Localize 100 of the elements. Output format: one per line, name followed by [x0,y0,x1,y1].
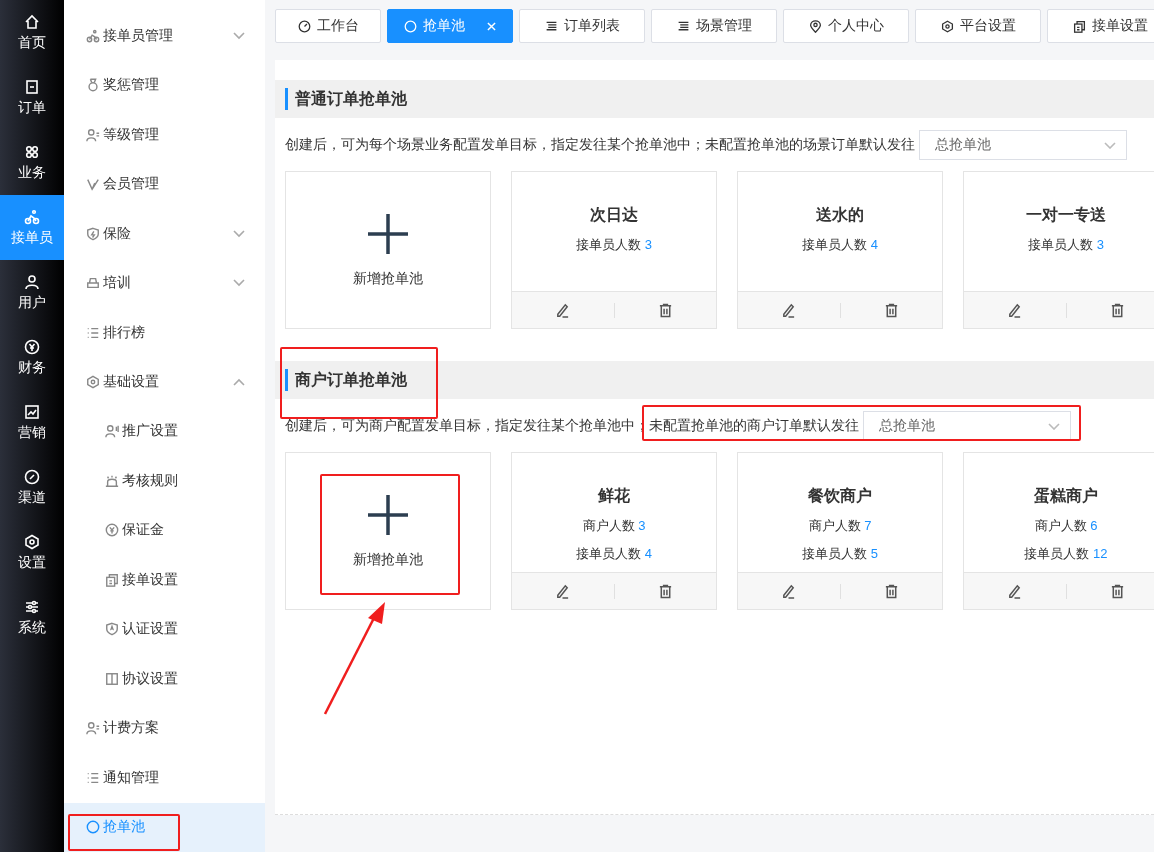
menu-item[interactable]: 协议设置 [64,654,265,704]
medal-icon [86,78,100,93]
yen-circle-icon [24,338,40,355]
menu-item[interactable]: 推广设置 [64,406,265,457]
pool-stat: 商户人数 6 [1034,517,1098,535]
trash-icon [1109,583,1125,599]
menu-item[interactable]: 会员管理 [64,159,265,209]
pool-select[interactable]: 总抢单池 [863,411,1071,441]
close-icon[interactable] [487,21,496,31]
pencil-icon [555,583,571,599]
rail-label: 系统 [18,618,46,637]
menu-item[interactable]: 奖惩管理 [64,60,265,110]
chevron-down-icon [233,279,245,288]
tab[interactable]: 平台设置 [915,9,1041,43]
pencil-icon [1007,302,1023,318]
trash-icon [657,302,673,318]
pencil-icon [555,302,571,318]
rail-label: 首页 [18,33,46,52]
description-text: 创建后，可为商户配置发单目标，指定发往某个抢单池中； [285,417,649,435]
circle-icon [404,19,417,33]
pool-stat: 接单员人数 12 [1024,545,1108,563]
v-logo-icon [86,177,100,192]
tab[interactable]: 个人中心 [783,9,909,43]
menu-item[interactable]: 考核规则 [64,456,265,506]
copy-icon [1072,19,1086,33]
pencil-icon [781,302,797,318]
chevron-down-icon [233,31,245,40]
location-user-icon [808,19,822,33]
menu-item[interactable]: 认证设置 [64,604,265,655]
yen-circle-icon [105,523,119,538]
rail-item[interactable]: 业务 [0,130,64,195]
section-title: 普通订单抢单池 [285,88,407,110]
sliders-icon [24,598,40,615]
menu-item[interactable]: 等级管理 [64,109,265,160]
menu-item[interactable]: 接单设置 [64,555,265,605]
pool-stat: 商户人数 7 [808,517,872,535]
menu-item[interactable]: 排行榜 [64,307,265,358]
pool-name: 鲜花 [598,486,630,506]
pool-stat: 接单员人数 5 [802,545,878,563]
add-pool-card[interactable]: 新增抢单池 [285,452,491,610]
pool-stat: 接单员人数 3 [576,236,652,254]
rail-item[interactable]: 用户 [0,260,64,325]
pool-stat: 接单员人数 4 [802,236,878,254]
rail-item[interactable]: 财务 [0,325,64,390]
book-icon [105,671,119,686]
trash-icon [883,302,899,318]
trash-icon [883,583,899,599]
rail-item[interactable]: 营销 [0,390,64,455]
pool-stat: 接单员人数 4 [576,545,652,563]
pool-name: 蛋糕商户 [1034,486,1098,506]
list-icon [676,19,690,33]
tab[interactable]: 接单设置 [1047,9,1154,43]
pool-name: 一对一专送 [1026,205,1106,225]
alarm-icon [105,473,119,488]
trash-icon [1109,302,1125,318]
tab[interactable]: 工作台 [275,9,381,43]
add-pool-label: 新增抢单池 [353,551,423,569]
tab[interactable]: 场景管理 [651,9,777,43]
add-pool-card[interactable]: 新增抢单池 [285,171,491,329]
rail-label: 营销 [18,423,46,442]
pool-select[interactable]: 总抢单池 [919,130,1127,160]
menu-item[interactable]: 接单员管理 [64,11,265,61]
chart-icon [24,403,40,420]
rail-label: 订单 [18,98,46,117]
pool-stat: 接单员人数 3 [1028,236,1104,254]
pool-name: 餐饮商户 [808,486,872,506]
list-icon [86,770,100,785]
bicycle-icon [24,208,40,225]
rail-label: 财务 [18,358,46,377]
tab[interactable]: 订单列表 [519,9,645,43]
list-icon [544,19,558,33]
chevron-down-icon [1104,141,1116,149]
chevron-down-icon [1048,422,1060,430]
rail-item[interactable]: 首页 [0,0,64,65]
menu-item[interactable]: 通知管理 [64,753,265,803]
rail-item[interactable]: 设置 [0,520,64,585]
rail-item[interactable]: 渠道 [0,455,64,520]
chevron-up-icon [233,378,245,386]
grid-icon [24,143,40,160]
plus-icon [366,212,410,256]
menu-item[interactable]: 基础设置 [64,357,265,407]
rail-label: 接单员 [11,228,53,247]
user-icon [24,273,40,290]
rail-item[interactable]: 系统 [0,585,64,650]
default-pool-label: 未配置抢单池的商户订单默认发往 [649,417,859,435]
menu-item[interactable]: 计费方案 [64,703,265,754]
menu-item[interactable]: 培训 [64,258,265,308]
menu-item[interactable]: 保险 [64,208,265,259]
rail-label: 设置 [18,553,46,572]
menu-item[interactable]: 保证金 [64,505,265,556]
add-pool-label: 新增抢单池 [353,270,423,288]
chevron-down-icon [233,229,245,238]
hexagon-icon [86,375,100,389]
home-icon [24,13,40,30]
rail-item[interactable]: 订单 [0,65,64,130]
section-title: 商户订单抢单池 [285,369,407,391]
default-pool-label: 未配置抢单池的场景订单默认发往 [705,136,915,154]
rail-label: 业务 [18,163,46,182]
pencil-icon [1007,583,1023,599]
user-list-icon [86,721,100,736]
